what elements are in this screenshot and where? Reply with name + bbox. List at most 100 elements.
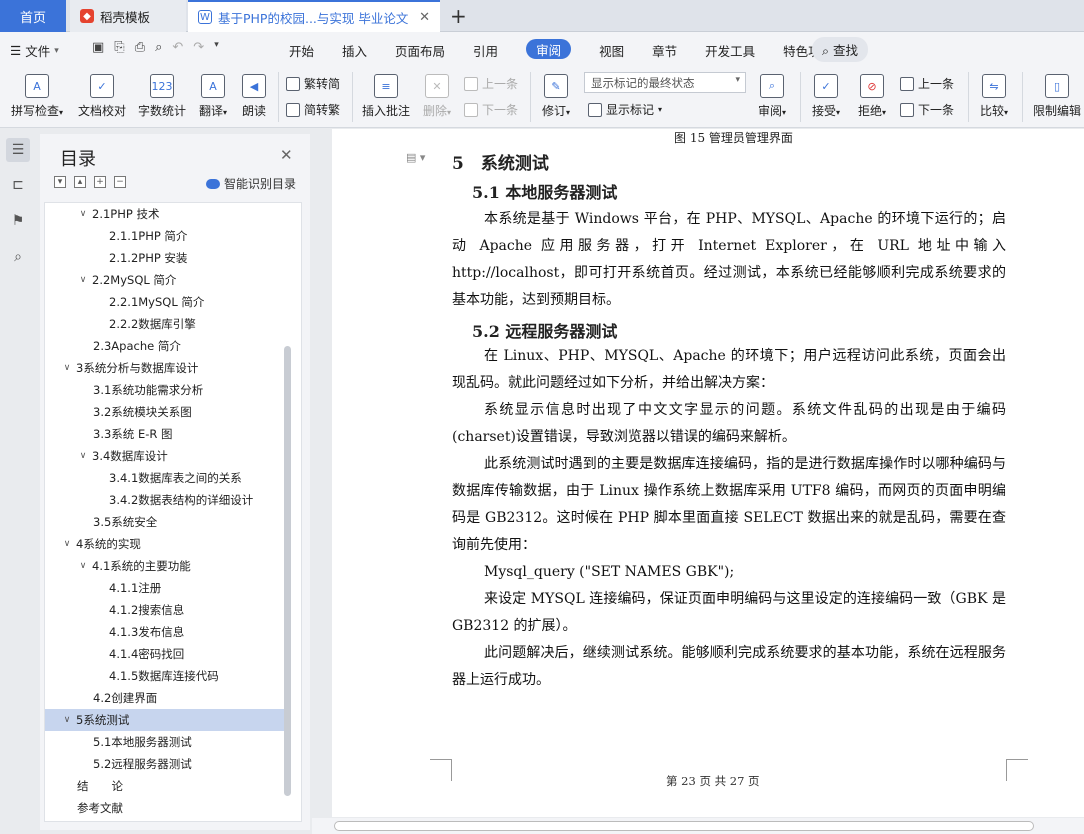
search-button[interactable]: ⌕ 查找 [812,37,869,62]
menu-insert[interactable]: 插入 [342,41,367,60]
search-label: 查找 [833,43,859,58]
menu-page-layout[interactable]: 页面布局 [395,41,445,60]
prev-comment-button[interactable]: 上一条 [464,75,518,92]
chevron-down-icon[interactable]: ∨ [77,451,89,461]
close-icon[interactable]: ✕ [280,146,293,164]
toc-item[interactable]: ∨ 4.1系统的主要功能 [45,555,285,577]
save-icon[interactable]: ▣ [92,40,104,55]
toc-item[interactable]: 2.2.2数据库引擎 [45,313,285,335]
smart-toc-button[interactable]: 智能识别目录 [206,175,296,192]
reject-button[interactable]: ⊘ 拒绝▾ [852,74,892,119]
bookmark-icon[interactable]: ⚑ [6,209,30,233]
chapter-nav-icon[interactable]: ⊏ [6,173,30,197]
compare-button[interactable]: ⇋ 比较▾ [974,74,1014,119]
toc-item[interactable]: 参考文献 [45,797,285,819]
toc-item[interactable]: 2.1.2PHP 安装 [45,247,285,269]
toc-item[interactable]: ∨ 4系统的实现 [45,533,285,555]
toc-item[interactable]: ∨ 3系统分析与数据库设计 [45,357,285,379]
tab-home[interactable]: 首页 [0,0,66,32]
redo-icon[interactable]: ↷ [193,40,204,55]
toc-item[interactable]: 3.5系统安全 [45,511,285,533]
undo-icon[interactable]: ↶ [172,40,183,55]
toc-item[interactable]: 2.3Apache 简介 [45,335,285,357]
toc-item[interactable]: 5.2远程服务器测试 [45,753,285,775]
toc-item[interactable]: 3.3系统 E-R 图 [45,423,285,445]
toc-item[interactable]: 4.1.4密码找回 [45,643,285,665]
word-count-button[interactable]: 123 字数统计 [136,74,188,119]
toc-panel-icon[interactable]: ☰ [6,138,30,162]
delete-comment-button[interactable]: ✕ 删除▾ [418,74,456,119]
track-changes-label: 修订 [541,104,566,118]
toc-item[interactable]: 2.1.1PHP 简介 [45,225,285,247]
prev-change-button[interactable]: 上一条 [900,75,954,92]
chevron-down-icon[interactable]: ∨ [61,715,73,725]
toc-list: ∨ 2.1PHP 技术 2.1.1PHP 简介 2.1.2PHP 安装 ∨ 2.2MySQ… [44,202,302,822]
tab-template[interactable]: ◆ 稻壳模板 [70,0,186,32]
toc-scrollbar[interactable] [284,346,291,796]
toc-item[interactable]: 4.1.5数据库连接代码 [45,665,285,687]
toc-item[interactable]: 3.1系统功能需求分析 [45,379,285,401]
toc-item[interactable]: 3.2系统模块关系图 [45,401,285,423]
chevron-down-icon[interactable]: ∨ [77,561,89,571]
accept-button[interactable]: ✓ 接受▾ [806,74,846,119]
toc-item[interactable]: 5.1本地服务器测试 [45,731,285,753]
collapse-all-icon[interactable]: ▾ [54,176,66,188]
toc-item[interactable]: ∨ 5系统测试 [45,709,285,731]
markup-state-value: 显示标记的最终状态 [591,76,695,90]
doc-gutter [312,129,332,817]
toc-item[interactable]: ∨ 2.2MySQL 简介 [45,269,285,291]
menu-start[interactable]: 开始 [289,41,314,60]
restrict-editing-button[interactable]: ▯ 限制编辑 [1030,74,1084,119]
paragraph-options-icon[interactable]: ▤ ▾ [406,151,425,164]
menu-developer[interactable]: 开发工具 [705,41,755,60]
print-icon[interactable]: ⎙ [135,40,145,55]
toc-item[interactable]: 4.1.1注册 [45,577,285,599]
simp-to-trad-button[interactable]: 简转繁 [286,101,340,118]
more-icon[interactable]: ▾ [214,40,219,55]
chevron-down-icon: ▾ [735,75,740,85]
next-comment-button[interactable]: 下一条 [464,101,518,118]
remove-heading-icon[interactable]: − [114,176,126,188]
horizontal-scrollbar[interactable] [312,818,1084,834]
translate-button[interactable]: A 翻译▾ [194,74,232,119]
preview-icon[interactable]: ⌕ [155,40,162,55]
track-changes-button[interactable]: ✎ 修订▾ [536,74,576,119]
trad-to-simp-button[interactable]: 繁转简 [286,75,340,92]
insert-comment-button[interactable]: ≡ 插入批注 [358,74,414,119]
chevron-down-icon[interactable]: ∨ [77,209,89,219]
proofread-icon: ✓ [90,74,114,98]
expand-all-icon[interactable]: ▴ [74,176,86,188]
scroll-thumb[interactable] [334,821,1034,831]
toc-item[interactable]: 4.1.2搜索信息 [45,599,285,621]
spell-check-button[interactable]: A 拼写检查▾ [8,74,66,119]
menu-review[interactable]: 审阅 [526,39,572,59]
file-menu[interactable]: ☰ 文件 ▾ [10,41,59,60]
menu-view[interactable]: 视图 [599,41,624,60]
menu-chapter[interactable]: 章节 [652,41,677,60]
toc-item[interactable]: 3.4.2数据表结构的详细设计 [45,489,285,511]
search-icon[interactable]: ⌕ [6,245,30,269]
chevron-down-icon[interactable]: ∨ [61,539,73,549]
export-icon[interactable]: ⎘ [114,40,124,55]
add-heading-icon[interactable]: + [94,176,106,188]
markup-state-select[interactable]: 显示标记的最终状态 ▾ [584,72,746,93]
doc-proofread-button[interactable]: ✓ 文档校对 [76,74,128,119]
toc-item[interactable]: 3.4.1数据库表之间的关系 [45,467,285,489]
add-tab-icon[interactable]: + [450,4,467,28]
menu-reference[interactable]: 引用 [473,41,498,60]
review-pane-button[interactable]: ⌕ 审阅▾ [752,74,792,119]
close-icon[interactable]: ✕ [419,10,430,25]
toc-item[interactable]: 结 论 [45,775,285,797]
tab-document-label: 基于PHP的校园...与实现 毕业论文 [218,10,409,26]
next-change-button[interactable]: 下一条 [900,101,954,118]
show-markup-button[interactable]: 显示标记 ▾ [588,101,662,118]
toc-item[interactable]: 4.2创建界面 [45,687,285,709]
toc-item[interactable]: 4.1.3发布信息 [45,621,285,643]
read-aloud-button[interactable]: ◀ 朗读 [238,74,270,119]
toc-item[interactable]: 2.2.1MySQL 简介 [45,291,285,313]
chevron-down-icon[interactable]: ∨ [77,275,89,285]
toc-item[interactable]: ∨ 3.4数据库设计 [45,445,285,467]
toc-item[interactable]: ∨ 2.1PHP 技术 [45,203,285,225]
tab-document[interactable]: W 基于PHP的校园...与实现 毕业论文 ✕ [188,0,440,32]
chevron-down-icon[interactable]: ∨ [61,363,73,373]
